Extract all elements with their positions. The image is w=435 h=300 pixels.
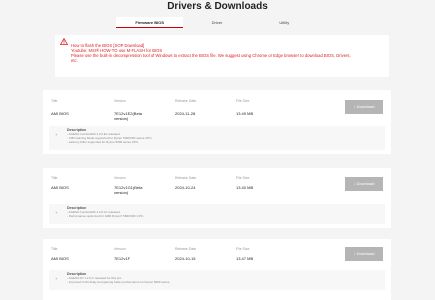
title-label: Title	[51, 176, 58, 180]
page-title: Drivers & Downloads	[167, 1, 268, 12]
tab-bar: Firmware BIOS Driver Utility	[116, 17, 318, 28]
release-date-label: Release Date	[175, 247, 197, 251]
item-file-size: 13.40 MB	[236, 185, 254, 190]
expand-plus-icon[interactable]: +	[55, 133, 59, 137]
item-release-date: 2024-10-15	[175, 256, 196, 261]
release-date-label: Release Date	[175, 176, 197, 180]
title-label: Title	[51, 99, 58, 103]
tab-driver[interactable]: Driver	[183, 17, 250, 28]
item-release-date: 2024-11-28	[175, 111, 196, 116]
file-size-label: File Size	[236, 176, 250, 180]
tab-firmware-bios[interactable]: Firmware BIOS	[116, 17, 184, 28]
version-label: Version	[114, 176, 126, 180]
description-line: - Improved CCD delay and gaming better p…	[67, 280, 171, 284]
item-title: AMI BIOS	[51, 111, 69, 116]
item-version: 7E12v1F	[114, 256, 131, 261]
version-label: Version	[114, 247, 126, 251]
description-panel: + Description - AGESA ComboAM4 1.2.0.Cc …	[49, 204, 385, 224]
description-line: - Latency Killer supported for Ryzen 500…	[67, 140, 140, 144]
bios-notice-box: How to flash the BIOS [SOP Download] You…	[55, 35, 389, 77]
version-label: Version	[114, 99, 126, 103]
download-button[interactable]: ↓ Download	[345, 100, 383, 114]
item-version-note: version)	[114, 190, 129, 195]
description-line: - Performance optimized for AMD Ryzen7 5…	[67, 214, 144, 218]
description-panel: + Description - AGESA FP 1.2.0.C release…	[49, 270, 385, 290]
tab-utility[interactable]: Utility	[251, 17, 318, 28]
item-release-date: 2024-10-24	[175, 185, 196, 190]
expand-plus-icon[interactable]: +	[55, 277, 59, 281]
file-size-label: File Size	[236, 99, 250, 103]
release-date-label: Release Date	[175, 99, 197, 103]
item-file-size: 13.47 MB	[236, 256, 254, 261]
expand-plus-icon[interactable]: +	[55, 211, 59, 215]
item-title: AMI BIOS	[51, 185, 69, 190]
download-card: Title Version Release Date File Size AMI…	[43, 239, 391, 300]
item-version-note: version)	[114, 116, 129, 121]
notice-text-continued: etc.	[71, 58, 78, 63]
title-label: Title	[51, 247, 58, 251]
download-button[interactable]: ↓ Download	[345, 177, 383, 191]
notice-text: Please use the built-in decompression to…	[71, 53, 351, 58]
item-title: AMI BIOS	[51, 256, 69, 261]
download-button[interactable]: ↓ Download	[345, 247, 383, 261]
download-card: Title Version Release Date File Size AMI…	[43, 168, 391, 228]
warning-icon	[60, 38, 68, 45]
file-size-label: File Size	[236, 247, 250, 251]
download-card: Title Version Release Date File Size AMI…	[43, 90, 391, 154]
item-file-size: 13.49 MB	[236, 111, 254, 116]
description-panel: + Description - AGESA ComboAM4 1.2.0.Ec …	[49, 126, 385, 150]
